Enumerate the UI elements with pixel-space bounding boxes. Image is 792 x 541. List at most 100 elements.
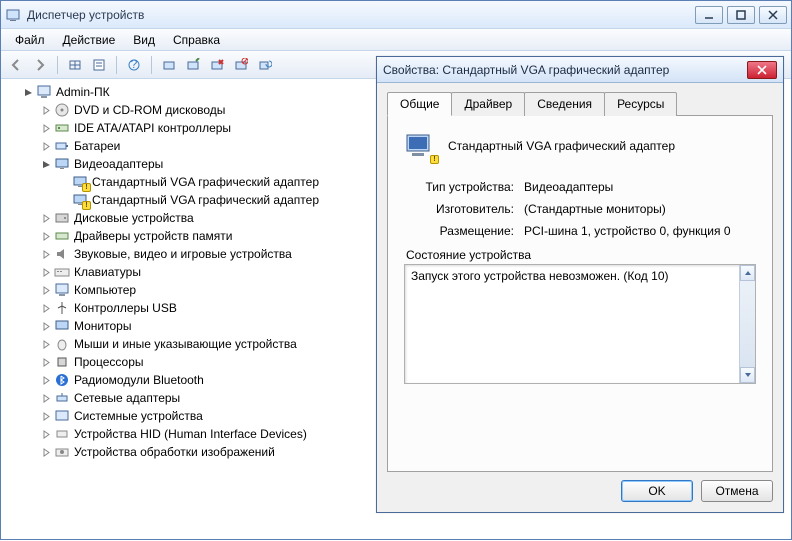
value-location: PCI-шина 1, устройство 0, функция 0 [524, 224, 756, 238]
toolbar-separator [151, 56, 152, 74]
tree-category-label: Радиомодули Bluetooth [74, 373, 204, 387]
toolbar-scan-button[interactable] [158, 54, 180, 76]
bt-icon [54, 372, 70, 388]
monitor-icon [54, 318, 70, 334]
toolbar-uninstall-button[interactable] [206, 54, 228, 76]
expand-icon[interactable] [39, 337, 53, 351]
expand-icon[interactable] [39, 373, 53, 387]
tree-category-label: IDE ATA/ATAPI контроллеры [74, 121, 231, 135]
net-icon [54, 390, 70, 406]
tree-category-label: Компьютер [74, 283, 136, 297]
tree-category-label: Устройства HID (Human Interface Devices) [74, 427, 307, 441]
tree-device-label: Стандартный VGA графический адаптер [92, 175, 319, 189]
ok-button[interactable]: OK [621, 480, 693, 502]
device-status-textarea[interactable]: Запуск этого устройства невозможен. (Код… [404, 264, 756, 384]
cancel-button[interactable]: Отмена [701, 480, 773, 502]
toolbar-separator [116, 56, 117, 74]
expand-icon[interactable] [39, 409, 53, 423]
window-title: Диспетчер устройств [27, 8, 695, 22]
svg-text:?: ? [131, 58, 138, 71]
toolbar-forward-button[interactable] [29, 54, 51, 76]
tree-category-label: Процессоры [74, 355, 144, 369]
minimize-button[interactable] [695, 6, 723, 24]
label-manufacturer: Изготовитель: [404, 202, 524, 216]
titlebar[interactable]: Диспетчер устройств [1, 1, 791, 29]
label-location: Размещение: [404, 224, 524, 238]
toolbar-help-button[interactable]: ? [123, 54, 145, 76]
menu-view[interactable]: Вид [125, 31, 163, 49]
tab-panel-general: ! Стандартный VGA графический адаптер Ти… [387, 116, 773, 472]
spacer [57, 193, 71, 207]
tree-category-label: Сетевые адаптеры [74, 391, 180, 405]
warning-badge-icon: ! [82, 201, 91, 210]
toolbar-update-driver-button[interactable] [182, 54, 204, 76]
expand-icon[interactable] [39, 103, 53, 117]
toolbar-properties-button[interactable] [88, 54, 110, 76]
warning-badge-icon: ! [430, 155, 439, 164]
battery-icon [54, 138, 70, 154]
usb-icon [54, 300, 70, 316]
tree-category-label: Батареи [74, 139, 120, 153]
expand-icon[interactable] [39, 427, 53, 441]
expand-icon[interactable] [39, 139, 53, 153]
expand-icon[interactable] [39, 121, 53, 135]
expand-icon[interactable] [39, 265, 53, 279]
mouse-icon [54, 336, 70, 352]
tree-category-label: Устройства обработки изображений [74, 445, 275, 459]
expand-icon[interactable] [39, 247, 53, 261]
tab-details[interactable]: Сведения [524, 92, 605, 116]
scrollbar[interactable] [739, 265, 755, 383]
dialog-title: Свойства: Стандартный VGA графический ад… [383, 63, 747, 77]
tree-device-label: Стандартный VGA графический адаптер [92, 193, 319, 207]
collapse-icon[interactable] [39, 157, 53, 171]
properties-dialog: Свойства: Стандартный VGA графический ад… [376, 56, 784, 513]
menubar: Файл Действие Вид Справка [1, 29, 791, 51]
collapse-icon[interactable] [21, 85, 35, 99]
expand-icon[interactable] [39, 301, 53, 315]
maximize-button[interactable] [727, 6, 755, 24]
toolbar-refresh-button[interactable] [254, 54, 276, 76]
value-manufacturer: (Стандартные мониторы) [524, 202, 756, 216]
expand-icon[interactable] [39, 319, 53, 333]
dialog-tabs: Общие Драйвер Сведения Ресурсы [387, 91, 773, 116]
menu-action[interactable]: Действие [55, 31, 124, 49]
label-device-type: Тип устройства: [404, 180, 524, 194]
toolbar-back-button[interactable] [5, 54, 27, 76]
hid-icon [54, 426, 70, 442]
expand-icon[interactable] [39, 355, 53, 369]
ctrl-icon [54, 120, 70, 136]
scroll-down-button[interactable] [740, 367, 755, 383]
label-device-status: Состояние устройства [406, 248, 756, 262]
tree-category-label: Мыши и иные указывающие устройства [74, 337, 297, 351]
device-large-icon: ! [404, 130, 436, 162]
dialog-titlebar[interactable]: Свойства: Стандартный VGA графический ад… [377, 57, 783, 83]
toolbar-disable-button[interactable] [230, 54, 252, 76]
tab-resources[interactable]: Ресурсы [604, 92, 677, 116]
expand-icon[interactable] [39, 391, 53, 405]
tab-general[interactable]: Общие [387, 92, 452, 116]
keyboard-icon [54, 264, 70, 280]
expand-icon[interactable] [39, 211, 53, 225]
tree-category-label: Контроллеры USB [74, 301, 177, 315]
scroll-up-button[interactable] [740, 265, 755, 281]
menu-file[interactable]: Файл [7, 31, 53, 49]
expand-icon[interactable] [39, 445, 53, 459]
audio-icon [54, 246, 70, 262]
tree-category-label: DVD и CD-ROM дисководы [74, 103, 225, 117]
toolbar-show-hidden-button[interactable] [64, 54, 86, 76]
tree-root-label: Admin-ПК [56, 85, 110, 99]
device-status-text: Запуск этого устройства невозможен. (Код… [411, 269, 668, 283]
close-button[interactable] [759, 6, 787, 24]
computer-icon [54, 282, 70, 298]
menu-help[interactable]: Справка [165, 31, 228, 49]
device-name: Стандартный VGA графический адаптер [448, 139, 675, 153]
dialog-close-button[interactable] [747, 61, 777, 79]
display-icon [54, 156, 70, 172]
expand-icon[interactable] [39, 229, 53, 243]
mem-icon [54, 228, 70, 244]
tab-driver[interactable]: Драйвер [451, 92, 525, 116]
tree-category-label: Драйверы устройств памяти [74, 229, 232, 243]
toolbar-separator [57, 56, 58, 74]
expand-icon[interactable] [39, 283, 53, 297]
tree-category-label: Звуковые, видео и игровые устройства [74, 247, 292, 261]
